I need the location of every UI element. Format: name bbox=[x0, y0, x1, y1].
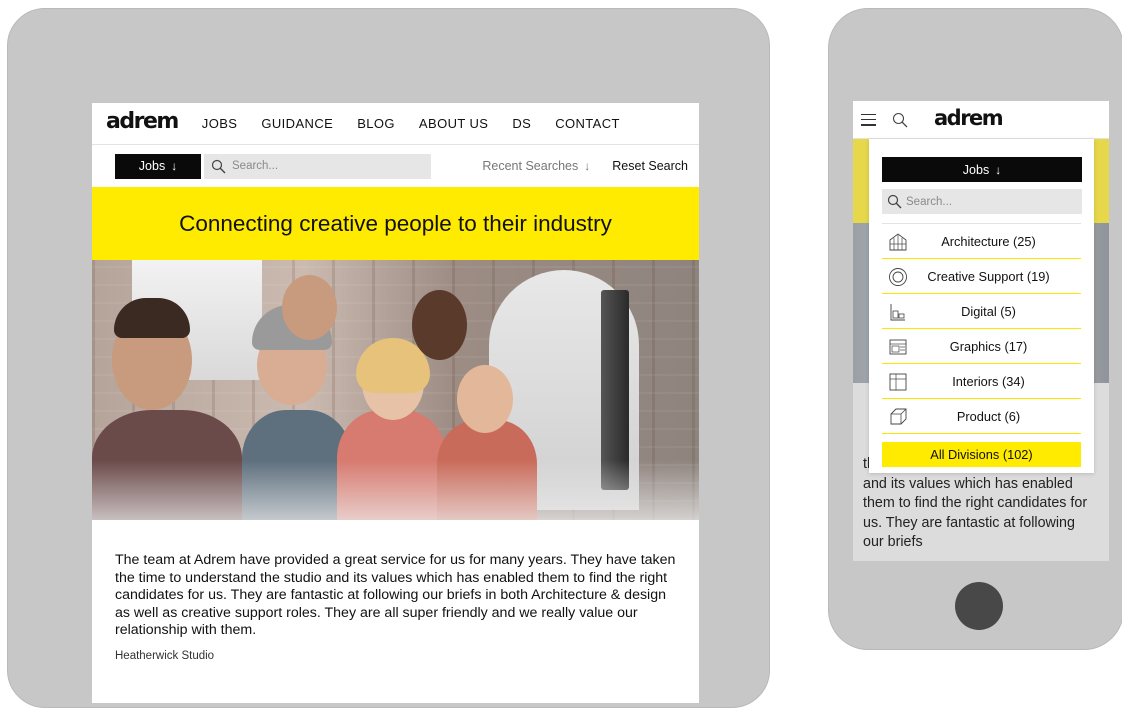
creative-support-icon bbox=[889, 268, 907, 286]
photo-desk bbox=[92, 460, 699, 520]
nav-guidance[interactable]: GUIDANCE bbox=[261, 116, 333, 131]
main-nav: adrem JOBS GUIDANCE BLOG ABOUT US DS CON… bbox=[92, 103, 699, 145]
division-label: Graphics (17) bbox=[949, 338, 1028, 354]
nav-ds[interactable]: DS bbox=[512, 116, 531, 131]
arrow-down-icon: ↓ bbox=[171, 159, 178, 173]
hero-photo bbox=[92, 260, 699, 520]
nav-about-us[interactable]: ABOUT US bbox=[419, 116, 488, 131]
division-item-product[interactable]: Product (6) bbox=[882, 399, 1081, 434]
graphics-icon bbox=[889, 339, 907, 355]
division-item-creative-support[interactable]: Creative Support (19) bbox=[882, 259, 1081, 294]
product-icon bbox=[890, 408, 907, 425]
division-list: Architecture (25) Creative Support (19) … bbox=[882, 223, 1081, 434]
interiors-icon bbox=[889, 373, 907, 391]
division-item-architecture[interactable]: Architecture (25) bbox=[882, 224, 1081, 259]
search-icon[interactable] bbox=[892, 112, 908, 128]
search-actions: Recent Searches ↓ Reset Search bbox=[482, 159, 688, 173]
jobs-dropdown-button[interactable]: Jobs ↓ bbox=[115, 153, 201, 179]
nav-blog[interactable]: BLOG bbox=[357, 116, 395, 131]
search-placeholder: Search... bbox=[232, 160, 279, 172]
division-label: Creative Support (19) bbox=[927, 268, 1050, 284]
search-input[interactable]: Search... bbox=[882, 189, 1082, 214]
menu-icon[interactable] bbox=[861, 113, 876, 126]
reset-search-link[interactable]: Reset Search bbox=[612, 159, 688, 173]
division-item-graphics[interactable]: Graphics (17) bbox=[882, 329, 1081, 364]
jobs-dropdown-button[interactable]: Jobs ↓ bbox=[882, 157, 1082, 182]
nav-contact[interactable]: CONTACT bbox=[555, 116, 620, 131]
search-placeholder: Search... bbox=[906, 195, 953, 208]
search-icon bbox=[211, 159, 226, 173]
jobs-label: Jobs bbox=[962, 162, 990, 177]
logo[interactable]: adrem bbox=[106, 109, 179, 134]
search-icon bbox=[887, 194, 902, 209]
tablet-device: adrem JOBS GUIDANCE BLOG ABOUT US DS CON… bbox=[7, 8, 770, 708]
photo-person-head bbox=[457, 365, 513, 433]
division-label: Architecture (25) bbox=[941, 233, 1036, 249]
recent-searches-label: Recent Searches bbox=[482, 159, 579, 173]
division-label: Product (6) bbox=[956, 408, 1021, 424]
nav-jobs[interactable]: JOBS bbox=[202, 116, 238, 131]
phone-device: adrem the time to understand the studio … bbox=[828, 8, 1122, 650]
all-divisions-button[interactable]: All Divisions (102) bbox=[882, 442, 1081, 467]
search-bar: Jobs ↓ Search... Recent Searches ↓ Reset… bbox=[92, 145, 699, 187]
jobs-dropdown-menu: Jobs ↓ Search... Architecture (25) Creat… bbox=[869, 139, 1094, 473]
logo[interactable]: adrem bbox=[934, 106, 1004, 130]
phone-screen: adrem the time to understand the studio … bbox=[853, 101, 1109, 561]
division-label: Digital (5) bbox=[961, 303, 1016, 319]
mobile-nav: adrem bbox=[853, 101, 1109, 139]
photo-person-head bbox=[282, 275, 337, 340]
photo-person-head bbox=[412, 290, 467, 360]
digital-icon bbox=[890, 304, 905, 321]
division-label: Interiors (34) bbox=[952, 373, 1025, 389]
testimonial-author: Heatherwick Studio bbox=[115, 649, 215, 662]
tablet-screen: adrem JOBS GUIDANCE BLOG ABOUT US DS CON… bbox=[92, 103, 699, 703]
jobs-label: Jobs bbox=[138, 159, 166, 173]
hero-headline: Connecting creative people to their indu… bbox=[92, 187, 699, 260]
home-button[interactable] bbox=[955, 582, 1003, 630]
arrow-down-icon: ↓ bbox=[995, 162, 1002, 177]
division-item-interiors[interactable]: Interiors (34) bbox=[882, 364, 1081, 399]
division-item-digital[interactable]: Digital (5) bbox=[882, 294, 1081, 329]
search-input[interactable]: Search... bbox=[204, 153, 431, 179]
architecture-icon bbox=[889, 233, 907, 251]
testimonial-quote: The team at Adrem have provided a great … bbox=[115, 552, 676, 638]
arrow-down-icon: ↓ bbox=[584, 159, 591, 173]
recent-searches-link[interactable]: Recent Searches ↓ bbox=[482, 159, 590, 173]
